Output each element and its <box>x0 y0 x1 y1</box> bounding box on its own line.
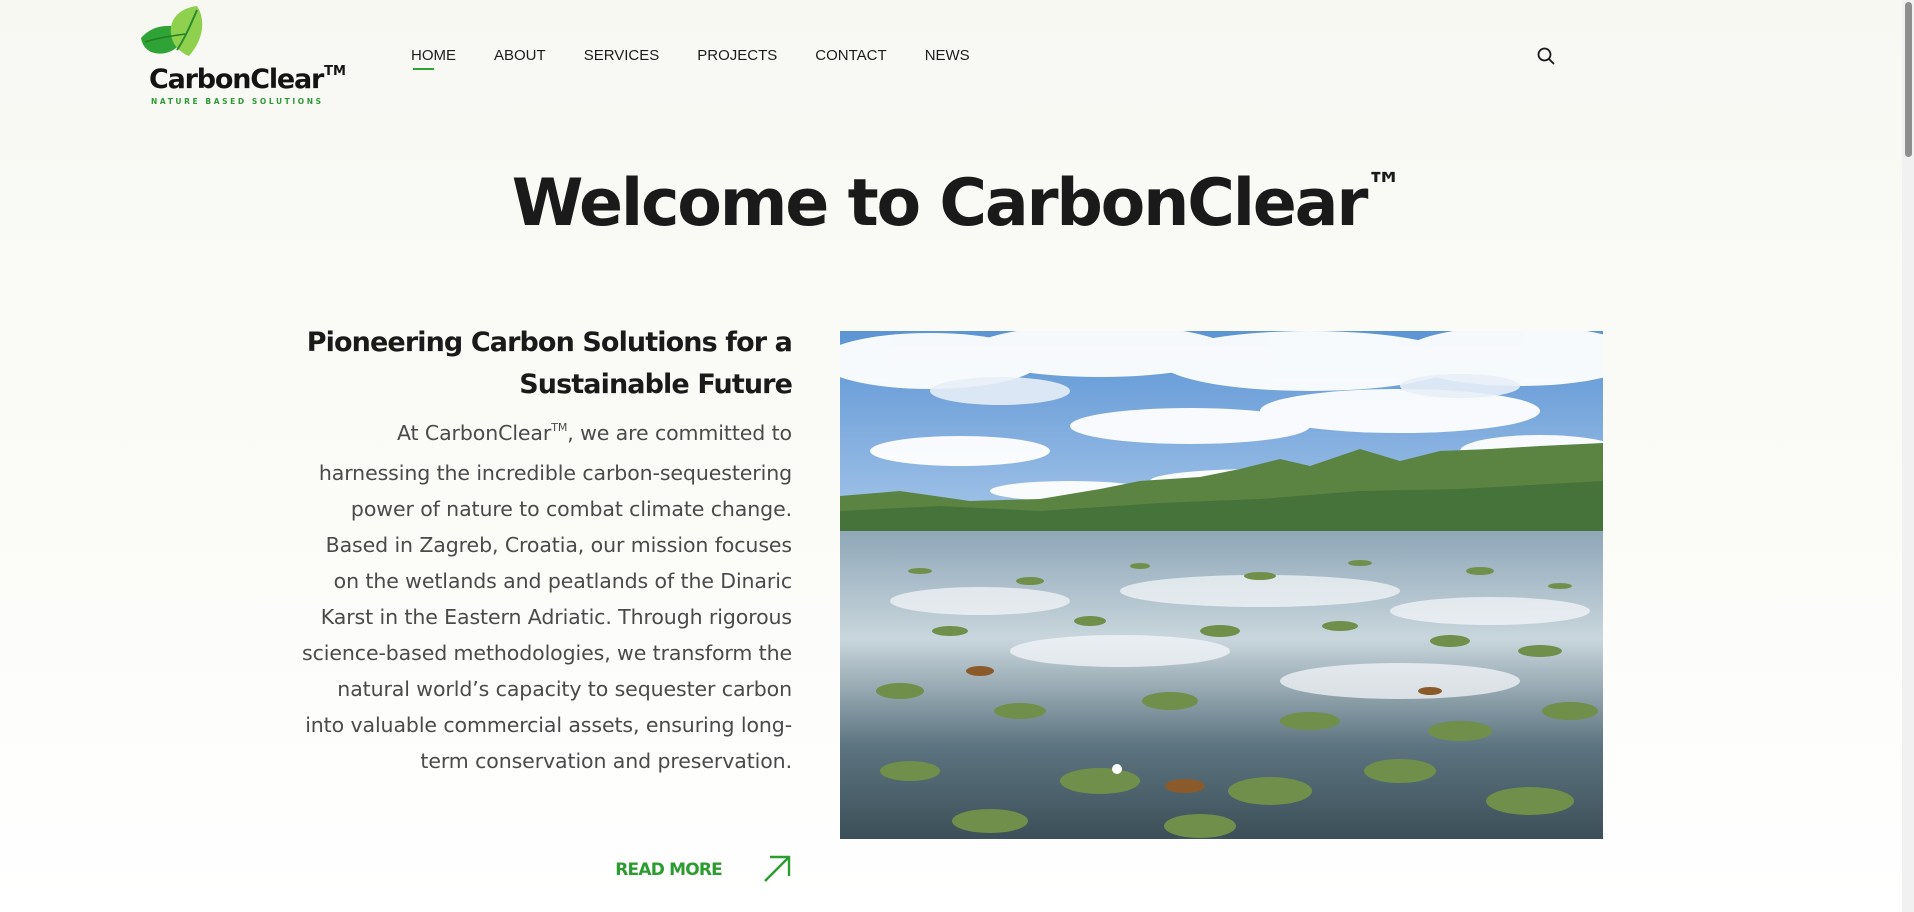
nav-item-home[interactable]: HOME <box>411 47 456 70</box>
intro-heading-line: Pioneering Carbon Solutions for a <box>306 327 793 358</box>
nav-item-news[interactable]: NEWS <box>925 47 970 64</box>
page-scrollbar[interactable] <box>1902 0 1914 912</box>
intro-paragraph: At CarbonClearTM, we are committed to ha… <box>302 421 792 773</box>
read-more-link[interactable]: READ MORE <box>600 852 792 886</box>
page-title: Welcome to CarbonClear™ <box>511 166 1403 241</box>
leaf-icon <box>141 6 203 56</box>
arrow-up-right-icon <box>764 855 791 882</box>
brand-logo[interactable]: CarbonClearTM NATURE BASED SOLUTIONS <box>139 4 346 106</box>
brand-tagline: NATURE BASED SOLUTIONS <box>151 97 324 106</box>
scrollbar-thumb[interactable] <box>1905 2 1912 157</box>
nav-item-projects[interactable]: PROJECTS <box>697 47 777 64</box>
search-icon[interactable] <box>1536 46 1556 66</box>
wetland-lake-photo <box>840 331 1603 839</box>
nav-item-services[interactable]: SERVICES <box>584 47 660 64</box>
brand-wordmark: CarbonClearTM <box>149 64 346 95</box>
read-more-label: READ MORE <box>615 860 723 880</box>
nav-item-about[interactable]: ABOUT <box>494 47 546 64</box>
nav-item-contact[interactable]: CONTACT <box>815 47 886 64</box>
main-nav: HOME ABOUT SERVICES PROJECTS CONTACT NEW… <box>411 47 1008 70</box>
intro-heading: Pioneering Carbon Solutions for a Sustai… <box>300 322 793 406</box>
intro-heading-line: Sustainable Future <box>519 369 793 400</box>
page: CarbonClearTM NATURE BASED SOLUTIONS HOM… <box>0 0 1914 912</box>
